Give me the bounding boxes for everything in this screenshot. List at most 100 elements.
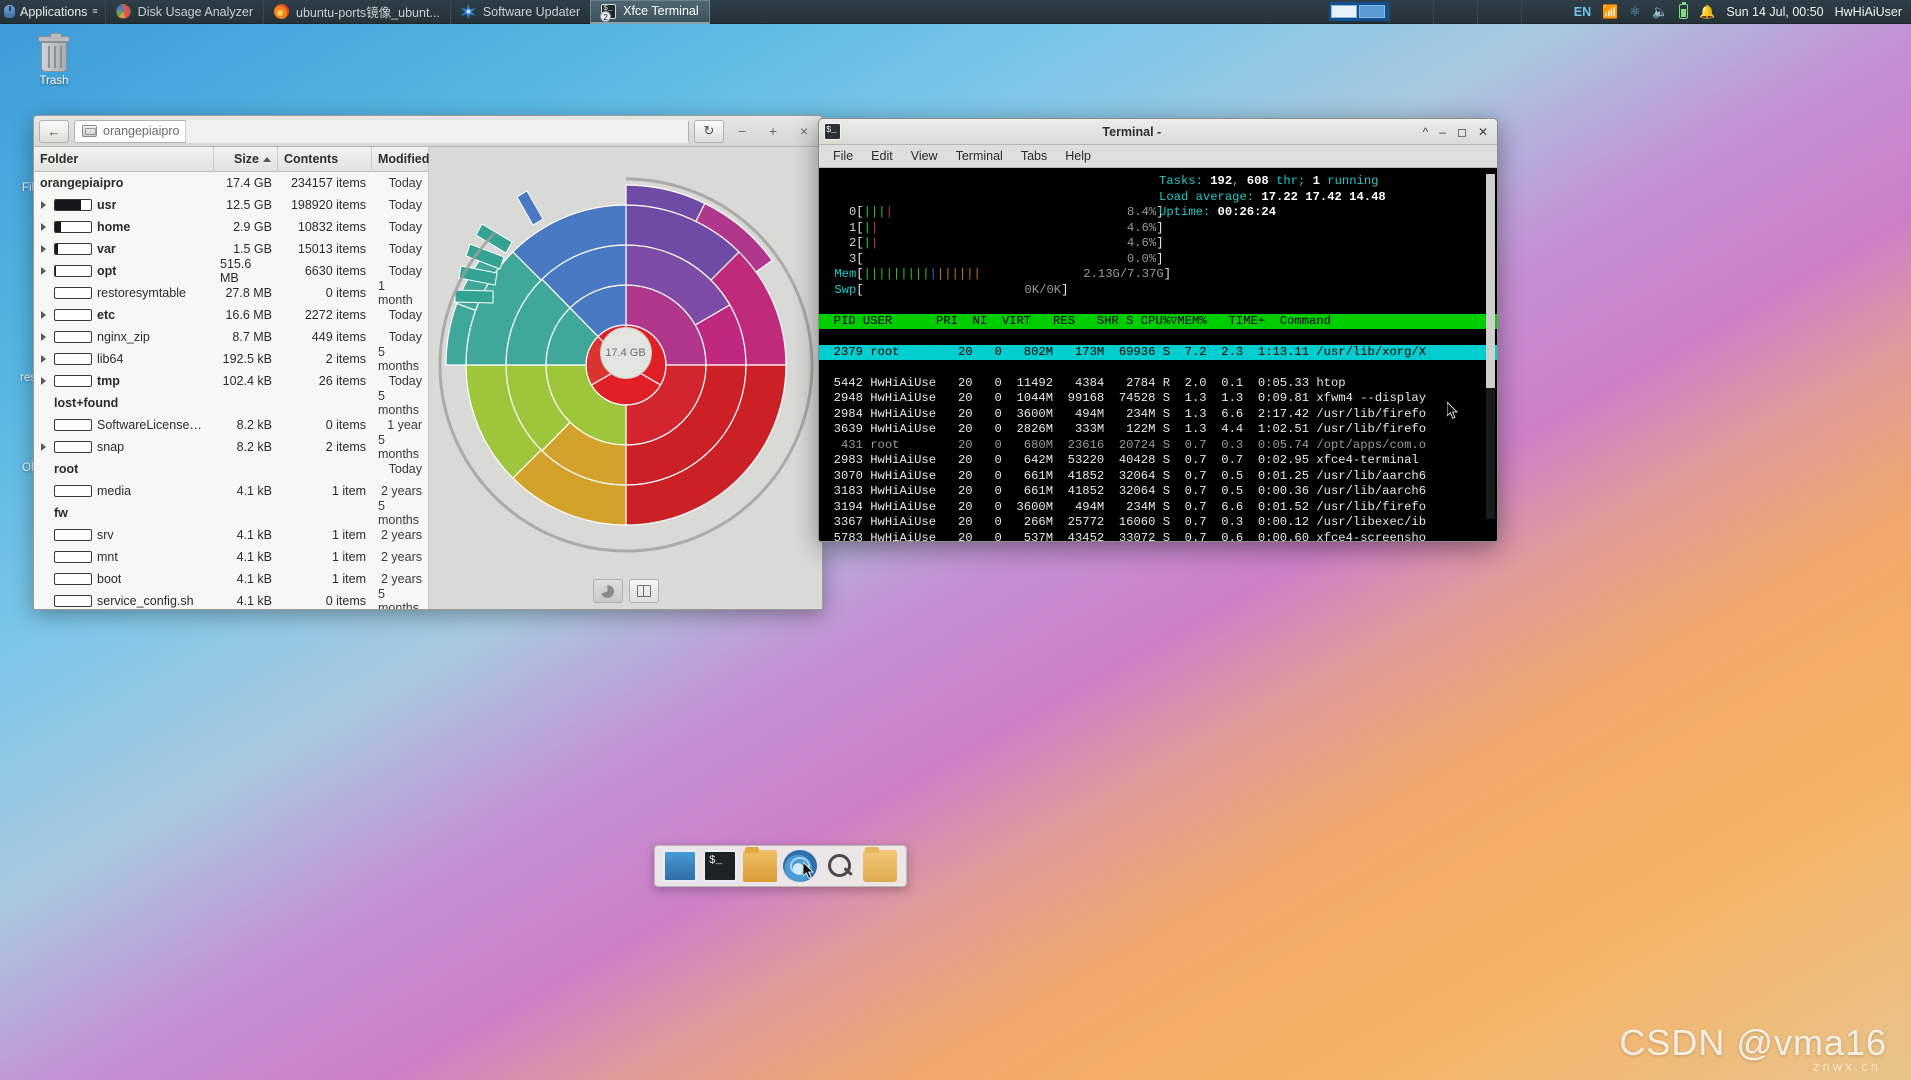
table-row[interactable]: etc 16.6 MB 2272 items Today bbox=[34, 304, 428, 326]
table-row[interactable]: fw 5 months bbox=[34, 499, 428, 527]
terminal-scrollbar[interactable] bbox=[1486, 174, 1495, 519]
row-folder-name: lost+found bbox=[54, 396, 119, 410]
taskbar-item-software-updater[interactable]: Software Updater bbox=[449, 0, 590, 24]
volume-icon[interactable]: 🔈 bbox=[1652, 5, 1668, 18]
column-header-size[interactable]: Size bbox=[214, 146, 278, 172]
terminal-menubar: File Edit View Terminal Tabs Help bbox=[819, 145, 1497, 168]
applications-menu-button[interactable]: Applications ≡ bbox=[0, 0, 105, 24]
row-contents-cell: 234157 items bbox=[290, 176, 366, 190]
row-folder-cell: orangepiaipro bbox=[34, 172, 214, 194]
bluetooth-icon[interactable]: ⚛ bbox=[1629, 5, 1641, 18]
treemap-view-button[interactable] bbox=[628, 579, 659, 603]
clock[interactable]: Sun 14 Jul, 00:50 bbox=[1726, 5, 1823, 19]
table-row[interactable]: nginx_zip 8.7 MB 449 items Today bbox=[34, 326, 428, 348]
menu-help[interactable]: Help bbox=[1057, 147, 1099, 165]
workspace-2[interactable] bbox=[1358, 5, 1385, 18]
table-row[interactable]: media 4.1 kB 1 item 2 years bbox=[34, 480, 428, 502]
expander-icon[interactable] bbox=[40, 200, 49, 210]
table-row[interactable]: snap 8.2 kB 2 items 5 months bbox=[34, 433, 428, 461]
row-modified-cell: 5 months bbox=[378, 499, 419, 527]
dock-item-search[interactable] bbox=[823, 850, 857, 882]
dock-item-file-manager[interactable] bbox=[743, 847, 777, 882]
desktop-icon-trash[interactable]: Trash bbox=[26, 33, 82, 87]
disk-usage-analyzer-icon bbox=[115, 4, 131, 19]
dock-item-files[interactable] bbox=[863, 847, 897, 882]
table-row[interactable]: root Today bbox=[34, 458, 428, 480]
table-row[interactable]: SoftwareLicenseAgr... 8.2 kB 0 items 1 year bbox=[34, 414, 428, 436]
wifi-icon[interactable]: 📶 bbox=[1602, 5, 1618, 18]
expander-icon[interactable] bbox=[40, 332, 49, 342]
column-header-folder[interactable]: Folder bbox=[34, 146, 214, 172]
row-folder-cell: opt bbox=[34, 260, 214, 282]
menu-tabs[interactable]: Tabs bbox=[1013, 147, 1055, 165]
drive-icon bbox=[82, 125, 97, 137]
close-button[interactable]: × bbox=[791, 120, 817, 143]
menu-terminal[interactable]: Terminal bbox=[948, 147, 1011, 165]
back-button[interactable]: ← bbox=[39, 119, 69, 143]
zoom-out-button[interactable]: − bbox=[729, 120, 755, 143]
column-header-modified[interactable]: Modified bbox=[372, 147, 429, 172]
row-contents-cell: 2 items bbox=[325, 352, 366, 366]
expander-icon[interactable] bbox=[40, 354, 49, 364]
table-row[interactable]: opt 515.6 MB 6630 items Today bbox=[34, 257, 428, 285]
table-row[interactable]: tmp 102.4 kB 26 items Today bbox=[34, 370, 428, 392]
table-row[interactable]: orangepiaipro 17.4 GB 234157 items Today bbox=[34, 172, 428, 194]
dock-item-show-desktop[interactable] bbox=[663, 850, 697, 882]
workspace-pager[interactable] bbox=[1328, 2, 1389, 21]
zoom-in-button[interactable]: + bbox=[760, 120, 786, 143]
row-contents-cell: 26 items bbox=[318, 374, 366, 388]
table-row[interactable]: boot 4.1 kB 1 item 2 years bbox=[34, 568, 428, 590]
keyboard-layout-indicator[interactable]: EN bbox=[1574, 5, 1591, 19]
close-button[interactable]: ✕ bbox=[1478, 125, 1488, 139]
terminal-titlebar[interactable]: Terminal - ^ – ◻ ✕ bbox=[819, 119, 1497, 145]
row-folder-cell: restoresymtable bbox=[34, 282, 214, 304]
user-menu[interactable]: HwHiAiUser bbox=[1835, 5, 1902, 19]
path-bar[interactable]: orangepiaipro bbox=[74, 119, 689, 143]
taskbar-item-firefox[interactable]: ubuntu-ports镜像_ubunt... bbox=[263, 0, 450, 24]
reload-button[interactable]: ↻ bbox=[694, 119, 724, 143]
row-folder-name: lib64 bbox=[97, 352, 124, 366]
expander-icon[interactable] bbox=[40, 266, 49, 276]
dock-item-terminal[interactable] bbox=[703, 850, 737, 882]
row-size-cell: 4.1 kB bbox=[236, 484, 272, 498]
table-row[interactable]: mnt 4.1 kB 1 item 2 years bbox=[34, 546, 428, 568]
table-row[interactable]: lost+found 5 months bbox=[34, 389, 428, 417]
taskbar-item-disk-usage-analyzer[interactable]: Disk Usage Analyzer bbox=[104, 0, 263, 24]
table-row[interactable]: srv 4.1 kB 1 item 2 years bbox=[34, 524, 428, 546]
minimize-button[interactable]: – bbox=[1439, 125, 1446, 139]
taskbar-item-xfce-terminal[interactable]: 2 Xfce Terminal bbox=[590, 0, 710, 24]
row-folder-name: service_config.sh bbox=[97, 594, 194, 608]
table-row[interactable]: usr 12.5 GB 198920 items Today bbox=[34, 194, 428, 216]
shade-button[interactable]: ^ bbox=[1423, 125, 1429, 139]
workspace-1[interactable] bbox=[1330, 5, 1357, 18]
row-modified-cell: Today bbox=[388, 220, 422, 234]
menu-view[interactable]: View bbox=[903, 147, 946, 165]
table-row[interactable]: restoresymtable 27.8 MB 0 items 1 month bbox=[34, 279, 428, 307]
expander-icon[interactable] bbox=[40, 222, 49, 232]
menu-edit[interactable]: Edit bbox=[863, 147, 901, 165]
table-header: Folder Size Contents Modified bbox=[34, 146, 429, 172]
row-folder-name: fw bbox=[54, 506, 68, 520]
bell-icon[interactable]: 🔔 bbox=[1699, 5, 1715, 18]
menu-file[interactable]: File bbox=[825, 147, 861, 165]
table-row[interactable]: lib64 192.5 kB 2 items 5 months bbox=[34, 345, 428, 373]
maximize-button[interactable]: ◻ bbox=[1457, 125, 1467, 139]
expander-icon[interactable] bbox=[40, 310, 49, 320]
sunburst-view-button[interactable] bbox=[592, 579, 623, 603]
expander-icon[interactable] bbox=[40, 244, 49, 254]
workspace-switcher[interactable] bbox=[1328, 0, 1389, 24]
sort-ascending-icon bbox=[263, 156, 271, 162]
sunburst-chart[interactable]: 17.4 GB bbox=[431, 153, 821, 553]
row-size-cell: 8.7 MB bbox=[232, 330, 272, 344]
table-row[interactable]: home 2.9 GB 10832 items Today bbox=[34, 216, 428, 238]
row-folder-cell: var bbox=[34, 238, 214, 260]
htop-screen[interactable]: 0[|||| 8.4%] 1[|| 4.6%] 2[|| 4.6%] 3[ 0.… bbox=[819, 168, 1497, 541]
terminal-window-count-badge: 2 bbox=[600, 10, 612, 22]
expander-icon[interactable] bbox=[40, 376, 49, 386]
table-row[interactable]: service_config.sh 4.1 kB 0 items 5 months bbox=[34, 587, 428, 609]
row-folder-name: restoresymtable bbox=[97, 286, 186, 300]
column-header-contents[interactable]: Contents bbox=[278, 146, 372, 172]
expander-icon[interactable] bbox=[40, 442, 49, 452]
battery-icon[interactable] bbox=[1679, 1, 1689, 19]
